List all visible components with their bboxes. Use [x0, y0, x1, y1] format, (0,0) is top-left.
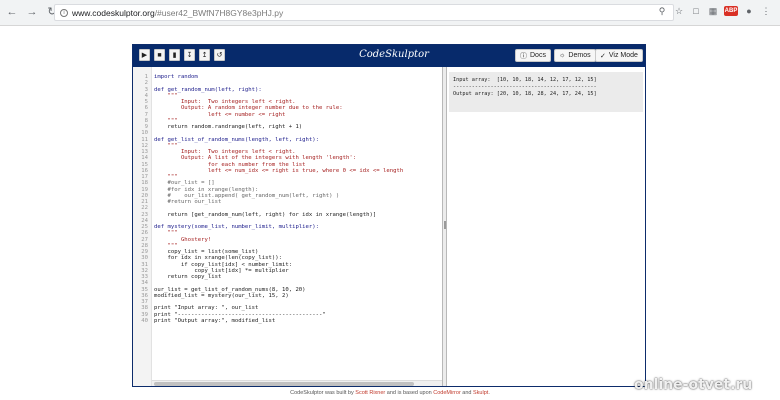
footer-and: and [460, 390, 474, 396]
url-path: /#user42_BWfN7H8GY8e3pHJ.py [154, 7, 284, 18]
code-line[interactable]: 16 left <= num_idx <= right is true, whe… [133, 167, 442, 174]
scrollbar-thumb[interactable] [154, 382, 414, 386]
output-line: ----------------------------------------… [453, 84, 597, 90]
code-text: modified_list = mystery(our_list, 15, 2) [154, 292, 289, 299]
play-icon[interactable]: ▶ [139, 49, 150, 61]
footer-prefix: CodeSkulptor was built by [290, 390, 356, 396]
url-host: www.codeskulptor.org [72, 7, 155, 18]
docs-label: Docs [530, 52, 546, 59]
viz-mode-icon: ✓ [600, 52, 606, 60]
stop-icon[interactable]: ■ [154, 49, 165, 61]
code-text: #return our_list [154, 199, 222, 205]
extension-icon[interactable]: ▦ [707, 5, 719, 17]
output-box: Input array: [10, 10, 18, 14, 12, 17, 12… [449, 72, 643, 112]
watermark: online-otvet.ru [634, 377, 753, 393]
code-editor[interactable]: 1 import random 2 3 def get_random_num(left,… [133, 67, 443, 386]
demos-icon: ☼ [559, 52, 566, 59]
code-lines[interactable]: 1 import random 2 3 def get_random_num(left,… [133, 74, 442, 324]
upload-icon[interactable]: ↥ [199, 49, 210, 61]
forward-icon[interactable]: → [24, 5, 40, 21]
download-icon[interactable]: ↧ [184, 49, 195, 61]
code-text: print "Output array:", modified_list [154, 317, 276, 324]
viz-mode-button[interactable]: ✓ Viz Mode [595, 49, 643, 62]
adblock-extension-icon[interactable]: ABP [724, 6, 738, 16]
code-text: return [get_random_num(left, right) for … [154, 211, 377, 218]
output-console: Input array: [10, 10, 18, 14, 12, 17, 12… [447, 67, 645, 386]
code-line[interactable]: 40 print "Output array:", modified_list [133, 317, 442, 324]
app-toolbar: ▶ ■ ▮ ↧ ↥ ↺ CodeSkulptor ⓘ Docs ☼ Demos ✓ V… [133, 45, 645, 67]
code-text: left <= num_idx <= right is true, where … [154, 167, 404, 174]
demos-button[interactable]: ☼ Demos [554, 49, 596, 62]
code-text: import random [154, 74, 198, 80]
address-bar[interactable]: i www.codeskulptor.org/#user42_BWfN7H8GY… [54, 4, 674, 21]
splitter-grip-icon[interactable] [444, 221, 446, 229]
back-icon[interactable]: ← [4, 5, 20, 21]
skulpt-link[interactable]: Skulpt [473, 390, 488, 396]
info-icon[interactable]: i [60, 8, 68, 17]
bookmark-star-icon[interactable]: ☆ [673, 5, 685, 17]
codeskulptor-app: ▶ ■ ▮ ↧ ↥ ↺ CodeSkulptor ⓘ Docs ☼ Demos ✓ V… [132, 44, 646, 387]
output-line: Input array: [10, 10, 18, 14, 12, 17, 12… [453, 77, 597, 83]
reset-icon[interactable]: ↺ [214, 49, 225, 61]
code-text: return random.randrange(left, right + 1) [154, 124, 303, 130]
codemirror-link[interactable]: CodeMirror [433, 390, 461, 396]
viz-mode-label: Viz Mode [608, 52, 638, 59]
author-link[interactable]: Scott Rixner [355, 390, 385, 396]
app-title: CodeSkulptor [359, 49, 429, 60]
browser-menu-icon[interactable]: ⋮ [760, 5, 772, 17]
browser-toolbar: ← → ↻ i www.codeskulptor.org/#user42_BWf… [0, 0, 780, 26]
demos-label: Demos [568, 52, 591, 59]
code-text: return copy_list [154, 274, 222, 280]
zoom-icon[interactable]: ⚲ [656, 5, 668, 17]
footer-middle: and is based upon [385, 390, 434, 396]
output-line: Output array: [20, 10, 18, 28, 24, 17, 2… [453, 91, 597, 97]
extension-icon-2[interactable]: ● [743, 5, 755, 17]
line-number: 40 [141, 317, 148, 324]
save-icon[interactable]: ▮ [169, 49, 180, 61]
editor-horizontal-scrollbar[interactable] [152, 380, 442, 386]
translate-icon[interactable]: □ [690, 5, 702, 17]
info-circle-icon: ⓘ [520, 52, 527, 60]
footer-suffix: . [488, 390, 490, 396]
docs-button[interactable]: ⓘ Docs [515, 49, 551, 62]
